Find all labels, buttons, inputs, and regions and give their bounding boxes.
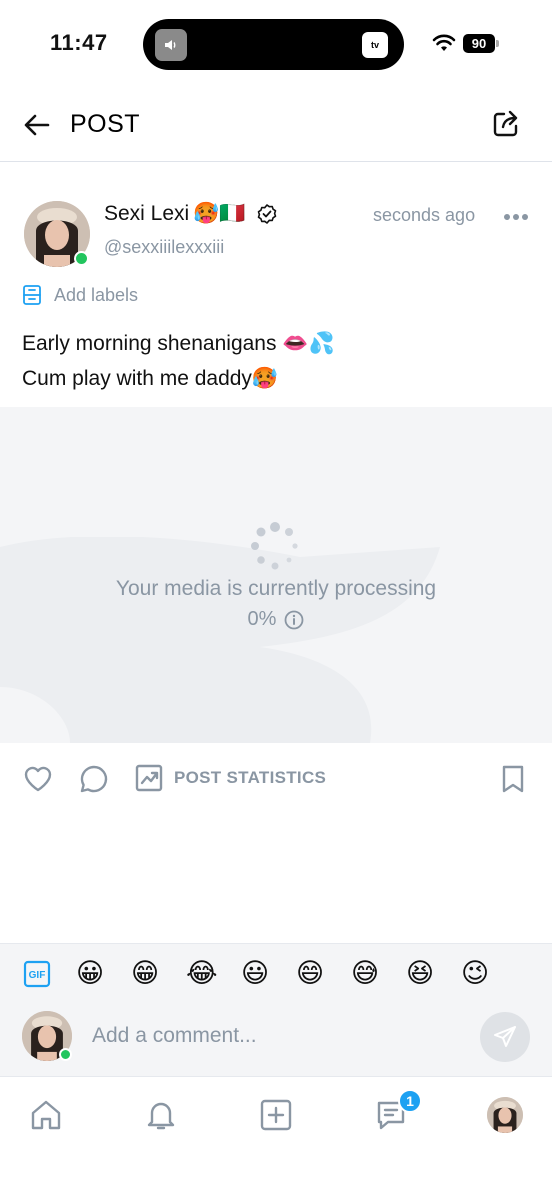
gif-button[interactable]: GIF [22, 959, 52, 989]
more-options-button[interactable] [504, 212, 530, 222]
page-title: POST [70, 110, 141, 138]
processing-message: Your media is currently processing [115, 577, 437, 600]
info-icon[interactable] [284, 610, 304, 630]
more-icon-dot [522, 214, 528, 220]
apple-tv-label: tv [370, 40, 379, 50]
nav-home[interactable] [26, 1095, 66, 1135]
like-button[interactable] [22, 763, 54, 800]
top-header: POST [0, 92, 552, 162]
bell-icon [147, 1102, 175, 1130]
verified-icon [257, 204, 276, 224]
post-timestamp: seconds ago [373, 205, 476, 225]
nav-profile-avatar[interactable] [487, 1097, 523, 1133]
emoji-button[interactable]: 😃 [241, 958, 296, 989]
post-text-line: Early morning shenanigans 👄💦 [22, 332, 335, 355]
back-button[interactable] [22, 110, 52, 140]
post-text-line: Cum play with me daddy🥵 [22, 367, 279, 390]
svg-text:GIF: GIF [29, 970, 46, 981]
apple-tv-icon: tv [362, 32, 388, 58]
bottom-navigation: 1 [0, 1076, 552, 1200]
gif-icon: GIF [23, 960, 51, 987]
author-avatar[interactable] [24, 201, 90, 267]
emoji-button[interactable]: 😁 [131, 958, 186, 989]
heart-icon [24, 766, 52, 792]
emoji-button[interactable]: 😆 [406, 958, 461, 989]
volume-icon [155, 29, 187, 61]
comment-composer: GIF 😀 😁 😂 😃 😄 😅 😆 😉 [0, 943, 552, 1076]
more-icon-dot [513, 214, 519, 220]
author-name[interactable]: Sexi Lexi 🥵🇮🇹 [104, 202, 278, 226]
back-arrow-icon [24, 114, 50, 136]
post-text: Early morning shenanigans 👄💦 Cum play wi… [22, 326, 335, 396]
author-username[interactable]: @sexxiiilexxxiii [104, 237, 224, 258]
status-bar: 11:47 tv 90 [0, 0, 552, 90]
plus-icon [260, 1099, 292, 1131]
add-labels-button[interactable]: Add labels [22, 284, 138, 306]
nav-new-post[interactable] [256, 1095, 296, 1135]
comment-icon [80, 765, 108, 793]
bookmark-button[interactable] [500, 764, 526, 799]
quick-emoji-bar: GIF 😀 😁 😂 😃 😄 😅 😆 😉 [22, 958, 516, 989]
battery-cap [496, 40, 499, 47]
author-name-emojis: 🥵🇮🇹 [193, 202, 246, 225]
comment-input[interactable] [92, 1016, 462, 1056]
online-indicator [59, 1048, 72, 1061]
loading-spinner-icon [251, 522, 298, 570]
send-comment-button[interactable] [480, 1012, 530, 1062]
bookmark-icon [502, 765, 524, 793]
author-display-name: Sexi Lexi [104, 202, 190, 225]
more-icon-dot [504, 214, 510, 220]
home-icon [31, 1100, 61, 1130]
messages-badge: 1 [398, 1089, 422, 1113]
stats-icon [135, 764, 163, 792]
dynamic-island: tv [143, 19, 404, 70]
share-button[interactable] [490, 108, 522, 140]
share-icon [493, 110, 518, 137]
comment-button[interactable] [78, 763, 110, 800]
post-statistics-button[interactable]: POST STATISTICS [134, 763, 326, 793]
online-indicator [74, 251, 89, 266]
battery-level: 90 [471, 36, 487, 51]
emoji-button[interactable]: 😂 [186, 958, 241, 989]
labels-icon [23, 285, 41, 305]
processing-progress: 0% [0, 608, 552, 631]
emoji-button[interactable]: 😅 [351, 958, 406, 989]
wifi-icon [432, 34, 456, 51]
status-time: 11:47 [50, 30, 108, 55]
emoji-button[interactable]: 😄 [296, 958, 351, 989]
add-labels-text: Add labels [54, 284, 139, 305]
battery-indicator: 90 [463, 34, 495, 53]
emoji-button[interactable]: 😉 [461, 958, 516, 989]
nav-notifications[interactable] [141, 1095, 181, 1135]
progress-percent: 0% [247, 608, 277, 630]
post-statistics-label: POST STATISTICS [174, 768, 327, 787]
commenter-avatar [22, 1011, 72, 1061]
emoji-button[interactable]: 😀 [76, 958, 131, 989]
post-actions: POST STATISTICS [0, 758, 552, 802]
send-icon [494, 1026, 516, 1047]
media-processing-panel: Your media is currently processing 0% [0, 407, 552, 743]
